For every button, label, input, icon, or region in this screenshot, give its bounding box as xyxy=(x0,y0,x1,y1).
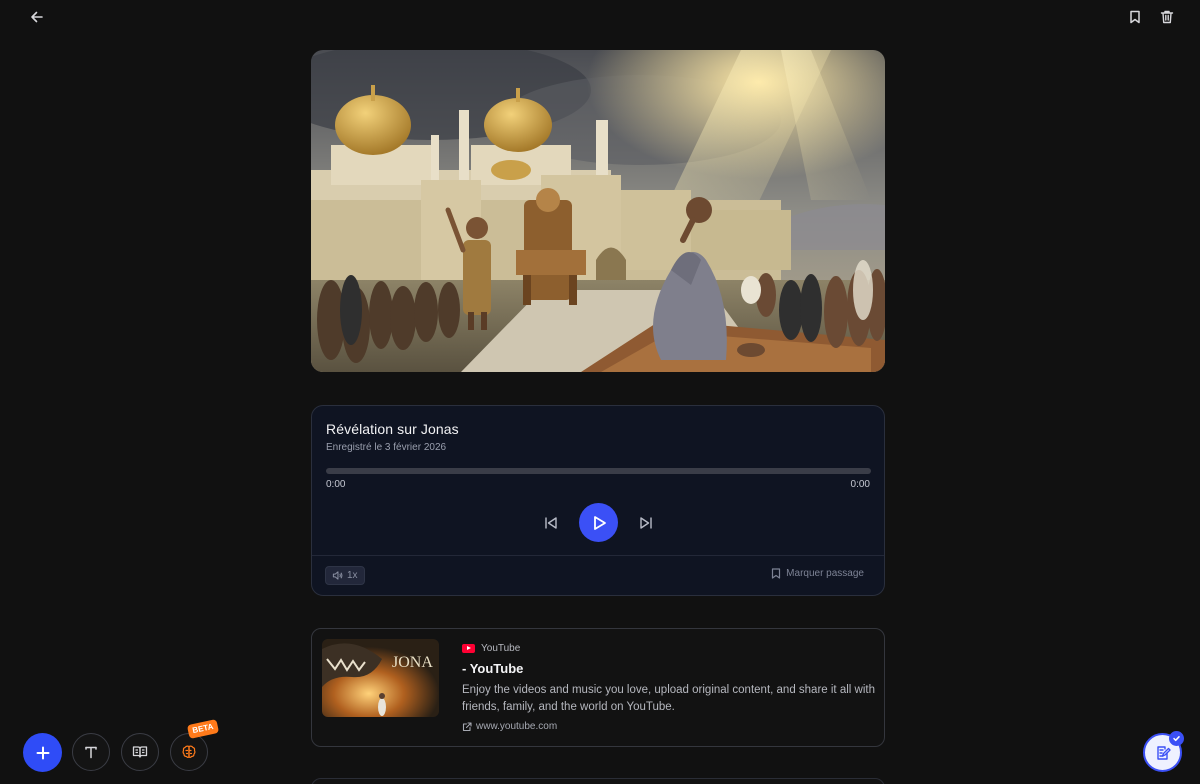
delete-button[interactable] xyxy=(1156,6,1178,28)
youtube-icon xyxy=(462,644,475,653)
link-description: Enjoy the videos and music you love, upl… xyxy=(462,684,875,713)
skip-previous-icon xyxy=(545,517,557,529)
link-title[interactable]: - YouTube xyxy=(462,661,523,676)
audio-divider xyxy=(312,555,884,556)
audio-duration: 0:00 xyxy=(850,479,870,490)
skip-next-button[interactable] xyxy=(636,513,656,533)
mark-passage-label: Marquer passage xyxy=(786,568,864,579)
notes-check-icon xyxy=(1169,731,1184,746)
text-icon xyxy=(85,746,97,759)
play-icon xyxy=(593,515,606,530)
brain-icon xyxy=(182,745,196,758)
link-url[interactable]: www.youtube.com xyxy=(462,721,557,732)
plus-icon xyxy=(36,746,49,759)
add-text-button[interactable] xyxy=(72,733,110,771)
skip-next-icon xyxy=(640,517,652,529)
link-source-name: YouTube xyxy=(481,643,521,654)
mark-passage-button[interactable]: Marquer passage xyxy=(771,568,864,579)
back-button[interactable] xyxy=(26,6,48,28)
hero-image xyxy=(311,50,885,372)
hero-painting xyxy=(311,50,885,372)
playback-speed-value: 1x xyxy=(347,570,358,581)
thumbnail-title-text: JONA xyxy=(392,654,433,671)
bookmark-icon xyxy=(772,568,781,579)
audio-progress-bar[interactable] xyxy=(326,468,871,474)
bookmark-button[interactable] xyxy=(1124,6,1146,28)
volume-icon xyxy=(332,571,343,580)
skip-previous-button[interactable] xyxy=(541,513,561,533)
ai-brain-button[interactable] xyxy=(170,733,208,771)
external-link-icon xyxy=(462,721,472,731)
audio-player-card: Révélation sur Jonas Enregistré le 3 fév… xyxy=(311,405,885,596)
playback-speed-button[interactable]: 1x xyxy=(325,566,365,585)
notes-edit-icon xyxy=(1156,745,1171,760)
link-thumbnail: JONA xyxy=(322,639,439,717)
open-book-icon xyxy=(132,746,148,758)
link-preview-card[interactable]: JONA YouTube - YouTube Enjoy the videos … xyxy=(311,628,885,747)
audio-recorded-date: Enregistré le 3 février 2026 xyxy=(326,442,447,453)
link-source: YouTube xyxy=(462,643,520,654)
link-url-text: www.youtube.com xyxy=(476,721,558,732)
bookmark-icon xyxy=(1130,10,1140,24)
audio-title: Révélation sur Jonas xyxy=(326,421,459,437)
beta-badge: BETA xyxy=(186,719,220,739)
trash-icon xyxy=(1160,10,1174,24)
next-card xyxy=(311,778,885,784)
audio-current-time: 0:00 xyxy=(326,479,346,490)
arrow-left-icon xyxy=(31,11,43,23)
bible-button[interactable] xyxy=(121,733,159,771)
add-button[interactable] xyxy=(23,733,62,772)
play-button[interactable] xyxy=(579,503,618,542)
